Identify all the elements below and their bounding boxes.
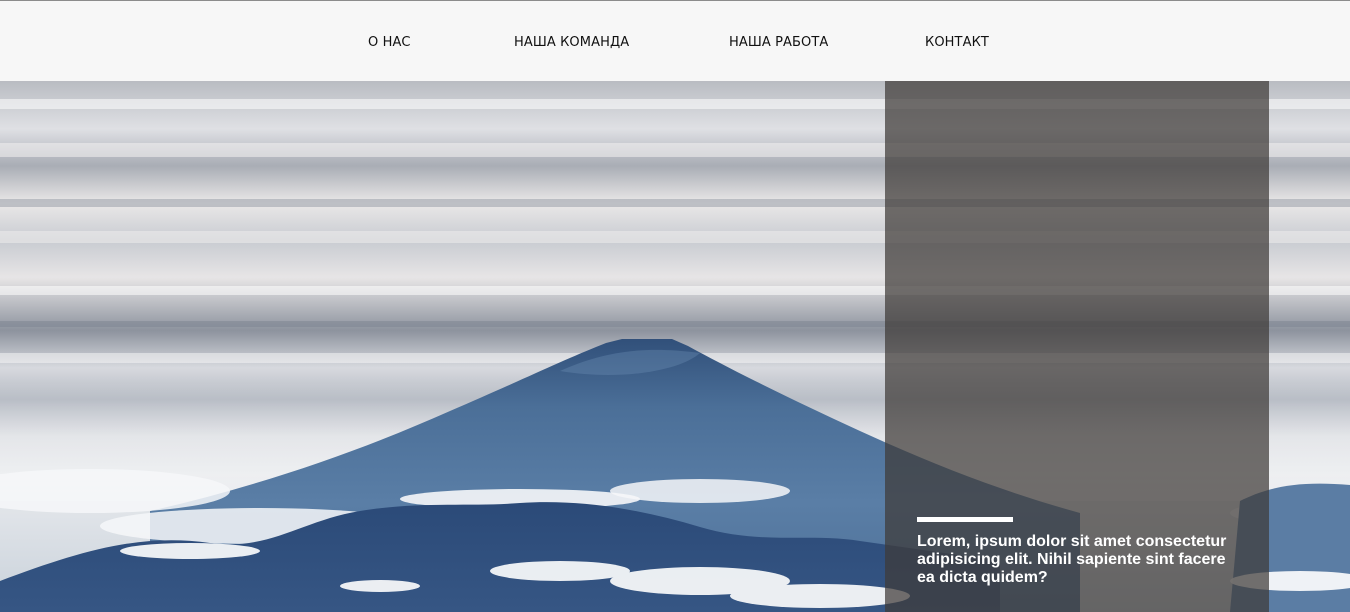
top-navigation: О НАС НАША КОМАНДА НАША РАБОТА КОНТАКТ [0,0,1350,81]
nav-link-about[interactable]: О НАС [368,35,411,51]
nav-link-team[interactable]: НАША КОМАНДА [514,35,629,51]
accent-bar [917,517,1013,522]
overlay-panel: Lorem, ipsum dolor sit amet consectetur … [885,81,1269,612]
nav-link-work[interactable]: НАША РАБОТА [729,35,828,51]
nav-link-contact[interactable]: КОНТАКТ [925,35,989,51]
overlay-text: Lorem, ipsum dolor sit amet consectetur … [917,533,1227,586]
hero-section: Lorem, ipsum dolor sit amet consectetur … [0,81,1350,612]
